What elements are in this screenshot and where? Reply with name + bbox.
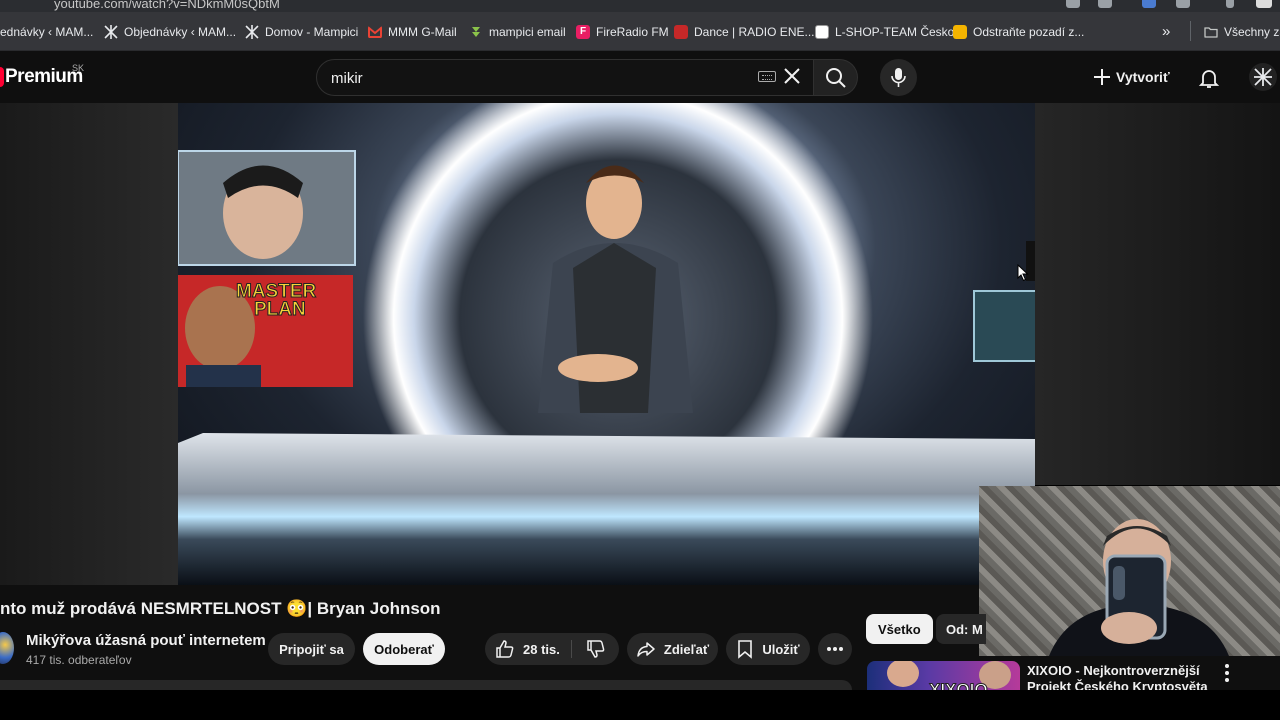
account-avatar[interactable] [1249,63,1277,91]
description-box[interactable] [0,680,852,690]
bookmark-label: mampici email [489,24,566,39]
profile-icon[interactable] [1256,0,1272,8]
bookmark-item[interactable]: Domov - Mampici [245,12,358,51]
webcam-overlay [979,486,1280,656]
extension-icon[interactable] [1142,0,1156,8]
mouse-cursor-icon [1017,264,1029,282]
bookmark-item[interactable]: L-SHOP-TEAM Česko [815,12,954,51]
channel-avatar[interactable] [0,632,14,664]
bookmark-label: ednávky ‹ MAM... [0,24,94,39]
svg-text:PLAN: PLAN [254,299,306,320]
fireradio-icon: F [576,24,590,39]
save-label: Uložiť [762,641,800,657]
more-bookmarks-button[interactable]: » [1162,12,1170,51]
microphone-icon [891,68,906,87]
thumbs-up-icon [496,640,514,658]
search-box[interactable] [316,59,814,96]
bookmarks-bar: ednávky ‹ MAM... Objednávky ‹ MAM... Dom… [0,12,1280,51]
lshop-icon [815,24,829,39]
bookmark-label: FireRadio FM [596,24,669,39]
like-count: 28 tis. [523,641,560,657]
voice-search-button[interactable] [880,59,917,96]
bookmark-icon [738,640,753,659]
more-vertical-icon[interactable] [1219,662,1235,684]
join-label: Pripojiť sa [279,641,344,657]
tab-icon[interactable] [1176,0,1190,8]
bookmark-item[interactable]: F FireRadio FM [576,12,669,51]
url-text: youtube.com/watch?v=NDkmM0sQbtM [54,0,280,11]
chip-from-channel[interactable]: Od: M [936,614,986,644]
bookmark-item[interactable]: Dance | RADIO ENE... [674,12,815,51]
like-dislike-group: 28 tis. [485,633,619,665]
like-button[interactable]: 28 tis. [485,633,571,665]
recommendation-thumbnail[interactable]: XIXOIO [867,661,1020,690]
bookmark-item[interactable]: mampici email [469,12,566,51]
create-label: Vytvoriť [1116,69,1170,85]
channel-name[interactable]: Mikýřova úžasná pouť internetem [26,632,266,649]
share-button[interactable]: Zdieľať [627,633,718,665]
plus-icon [1094,69,1110,85]
video-title: nto muž prodává NESMRTELNOST 😳| Bryan Jo… [0,599,441,618]
bookmark-item[interactable]: ednávky ‹ MAM... [0,12,93,51]
more-actions-button[interactable] [818,633,852,665]
webcam-scene [1049,519,1229,656]
more-horizontal-icon [827,647,843,651]
clear-search-icon[interactable] [782,66,802,86]
bookmark-label: L-SHOP-TEAM Česko [835,24,955,39]
snowflake-icon [104,24,118,39]
menu-icon[interactable] [1226,0,1234,8]
share-arrow-icon [637,642,655,657]
bookmarks-divider [1190,21,1191,41]
email-icon [472,26,480,37]
energy-icon [674,24,688,39]
youtube-logo-icon[interactable] [0,67,4,87]
search-button[interactable] [814,59,858,96]
bookmark-label: Dance | RADIO ENE... [694,24,815,39]
bookmark-item[interactable]: Odstraňte pozadí z... [953,12,1084,51]
folder-icon [1204,26,1218,38]
bookmark-star-icon[interactable] [1098,0,1112,8]
bookmark-label: Odstraňte pozadí z... [973,24,1085,39]
bookmark-item[interactable]: Objednávky ‹ MAM... [104,12,236,51]
bookmark-label: MMM G-Mail [388,24,457,39]
join-button[interactable]: Pripojiť sa [268,633,355,665]
thumbnail-text: XIXOIO [929,680,988,690]
bottom-letterbox [0,690,1280,720]
video-scene: MASTER PLAN [178,103,1035,585]
player-backdrop [1035,103,1280,485]
subscribe-label: Odoberať [374,641,434,657]
create-button[interactable]: Vytvoriť [1092,61,1170,93]
subscribe-button[interactable]: Odoberať [363,633,445,665]
gmail-icon [368,25,382,38]
search-icon [826,68,846,88]
bookmark-label: Objednávky ‹ MAM... [124,24,237,39]
subscriber-count: 417 tis. odberateľov [26,653,132,667]
notifications-bell-icon[interactable] [1197,66,1221,90]
bookmark-label: Domov - Mampici [265,24,359,39]
save-button[interactable]: Uložiť [726,633,810,665]
keyboard-icon[interactable] [758,71,776,82]
install-icon[interactable] [1066,0,1080,8]
video-frame[interactable]: MASTER PLAN [178,103,1035,585]
all-bookmarks-folder[interactable]: Všechny zá [1204,12,1280,51]
snowflake-icon [245,24,259,39]
bookmark-item[interactable]: MMM G-Mail [368,12,457,51]
region-code: SK [72,63,85,73]
thumbnail-art: XIXOIO [887,661,1011,690]
recommendation-title[interactable]: XIXOIO - Nejkontroverznější Projekt Česk… [1027,663,1212,690]
dislike-button[interactable] [572,633,619,665]
search-input[interactable] [331,68,731,88]
removebg-icon [953,24,967,39]
thumbs-down-icon [586,640,604,658]
player-backdrop [0,103,178,585]
browser-url-bar[interactable]: youtube.com/watch?v=NDkmM0sQbtM [0,0,1280,12]
share-label: Zdieľať [663,641,710,657]
chip-all[interactable]: Všetko [866,614,933,644]
bookmark-label: Všechny zá [1224,24,1280,39]
chevron-double-icon: » [1162,23,1171,40]
snowflake-icon [1254,68,1272,86]
